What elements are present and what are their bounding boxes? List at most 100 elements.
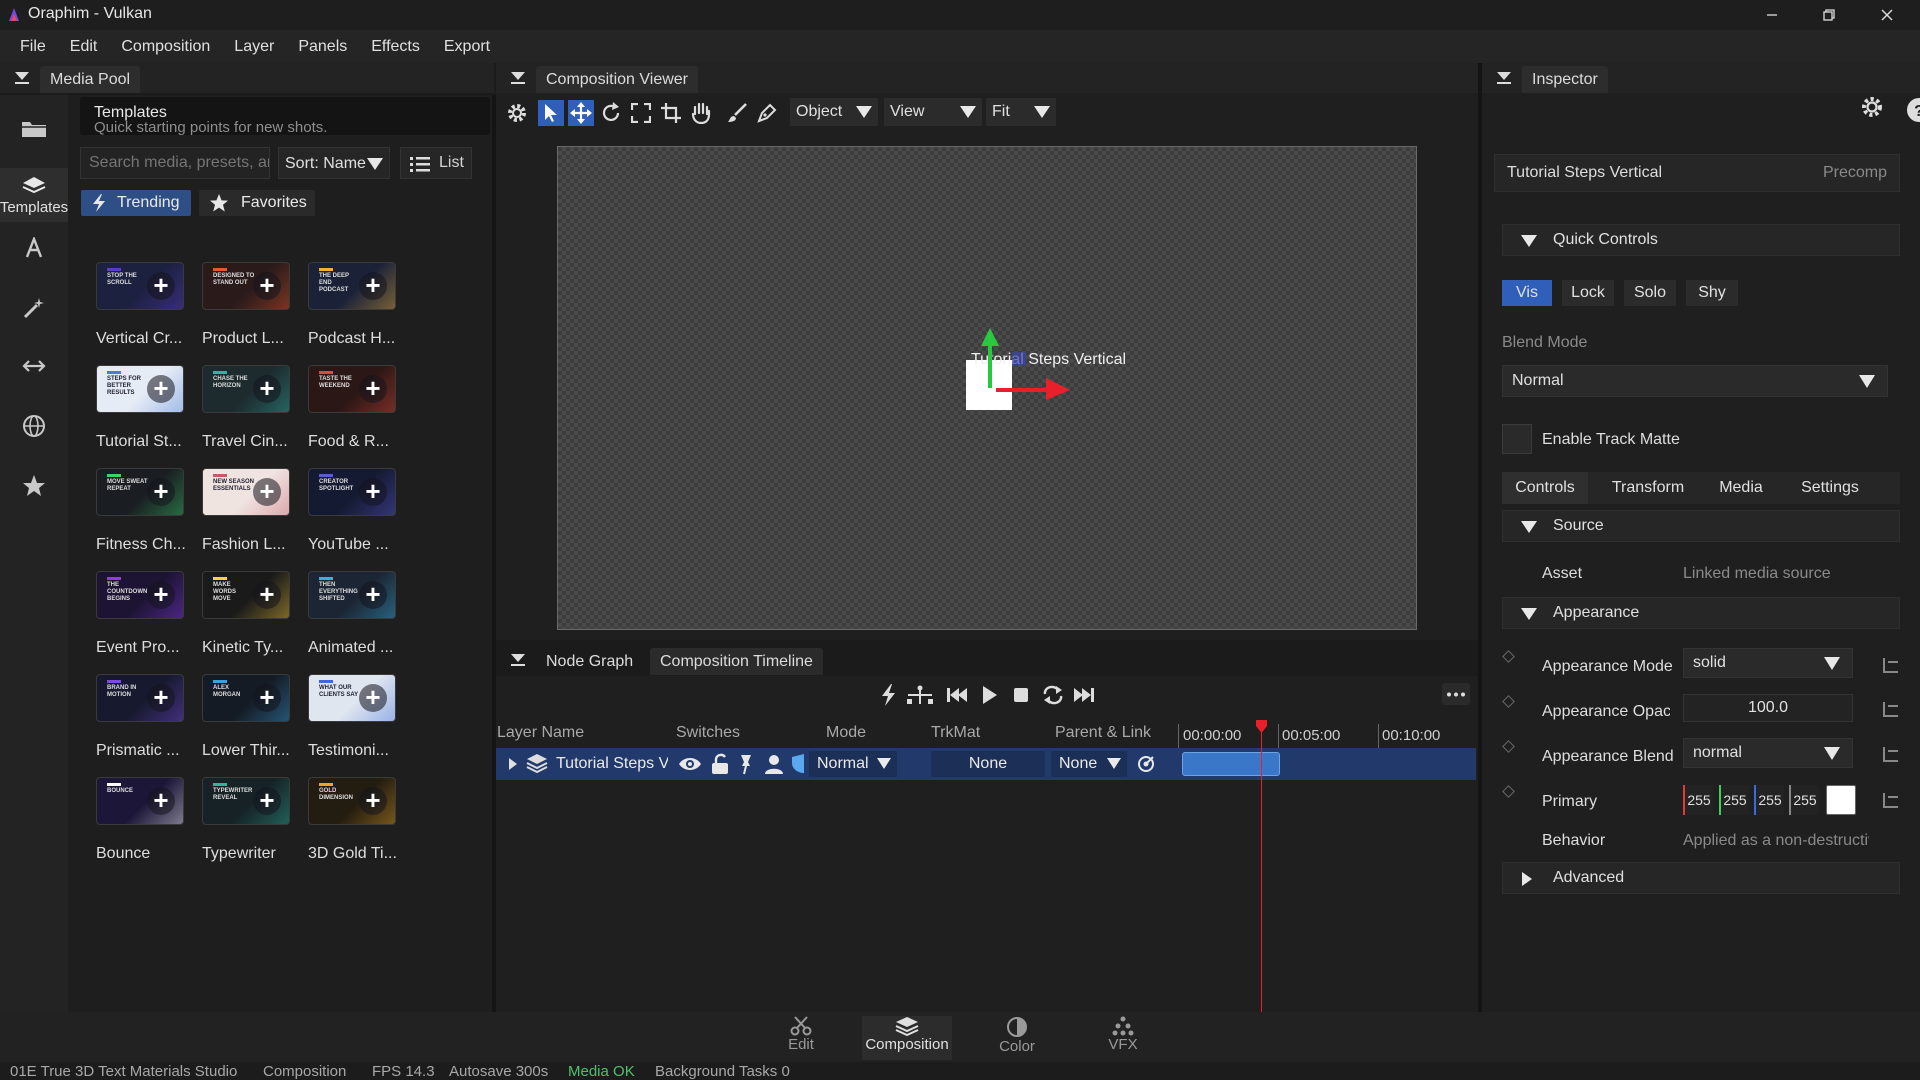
menu-export[interactable]: Export bbox=[432, 30, 502, 63]
rail-web-button[interactable] bbox=[0, 398, 68, 454]
menu-layer[interactable]: Layer bbox=[222, 30, 286, 63]
appearance-opacity-input[interactable]: 100.0 bbox=[1683, 694, 1853, 722]
add-template-icon[interactable]: + bbox=[147, 684, 175, 712]
user-icon[interactable] bbox=[764, 754, 784, 774]
template-thumbnail[interactable]: GOLD DIMENSION + bbox=[308, 777, 396, 825]
add-template-icon[interactable]: + bbox=[253, 478, 281, 506]
restore-button[interactable] bbox=[1801, 0, 1857, 30]
settings-tool-button[interactable] bbox=[504, 100, 530, 126]
time-ruler[interactable]: 00:00:00 00:05:00 00:10:00 bbox=[1176, 720, 1478, 748]
panel-menu-icon[interactable] bbox=[510, 71, 526, 85]
scale-tool-button[interactable] bbox=[628, 100, 654, 126]
panel-menu-icon[interactable] bbox=[14, 71, 30, 85]
x-axis-arrow-icon[interactable] bbox=[996, 374, 1070, 400]
rotate-tool-button[interactable] bbox=[598, 100, 624, 126]
pen-tool-button[interactable] bbox=[754, 100, 780, 126]
quick-controls-section[interactable]: Quick Controls bbox=[1502, 224, 1900, 256]
template-thumbnail[interactable]: THEN EVERYTHING SHIFTED + bbox=[308, 571, 396, 619]
layer-name[interactable]: Tutorial Steps Vertical bbox=[556, 755, 668, 773]
timeline-layer-row[interactable]: Tutorial Steps Vertical Normal None None bbox=[496, 748, 1476, 780]
lock-toggle[interactable]: Lock bbox=[1562, 280, 1614, 306]
template-thumbnail[interactable]: STEPS FOR BETTER RESULTS + bbox=[96, 365, 184, 413]
template-thumbnail[interactable]: THE DEEP END PODCAST + bbox=[308, 262, 396, 310]
shy-icon[interactable] bbox=[790, 753, 806, 775]
object-dropdown[interactable]: Object bbox=[790, 98, 878, 126]
template-thumbnail[interactable]: TYPEWRITER REVEAL + bbox=[202, 777, 290, 825]
menu-effects[interactable]: Effects bbox=[359, 30, 432, 63]
panel-menu-icon[interactable] bbox=[1496, 71, 1512, 85]
rail-transitions-button[interactable] bbox=[0, 338, 68, 394]
template-card[interactable]: CREATOR SPOTLIGHT + YouTube ... bbox=[308, 468, 398, 553]
workspace-color[interactable]: Color bbox=[972, 1016, 1062, 1060]
shy-toggle[interactable]: Shy bbox=[1686, 280, 1738, 306]
template-thumbnail[interactable]: CREATOR SPOTLIGHT + bbox=[308, 468, 396, 516]
track-matte-checkbox[interactable] bbox=[1502, 424, 1532, 454]
template-card[interactable]: DESIGNED TO STAND OUT + Product L... bbox=[202, 262, 292, 347]
play-button[interactable] bbox=[976, 682, 1002, 708]
rail-effects-button[interactable] bbox=[0, 280, 68, 336]
template-thumbnail[interactable]: WHAT OUR CLIENTS SAY + bbox=[308, 674, 396, 722]
template-card[interactable]: TASTE THE WEEKEND + Food & R... bbox=[308, 365, 398, 450]
template-thumbnail[interactable]: ALEX MORGAN + bbox=[202, 674, 290, 722]
template-card[interactable]: BOUNCE + Bounce bbox=[96, 777, 186, 862]
template-thumbnail[interactable]: STOP THE SCROLL + bbox=[96, 262, 184, 310]
tab-composition-viewer[interactable]: Composition Viewer bbox=[536, 66, 698, 93]
add-template-icon[interactable]: + bbox=[359, 581, 387, 609]
filter-trending-button[interactable]: Trending bbox=[81, 190, 191, 216]
layer-clip-bar[interactable] bbox=[1182, 752, 1280, 776]
add-template-icon[interactable]: + bbox=[147, 787, 175, 815]
add-template-icon[interactable]: + bbox=[253, 787, 281, 815]
stop-button[interactable] bbox=[1008, 682, 1034, 708]
move-tool-button[interactable] bbox=[568, 100, 594, 126]
rail-text-button[interactable] bbox=[0, 220, 68, 276]
layer-mode-dropdown[interactable]: Normal bbox=[809, 751, 897, 777]
template-card[interactable]: THEN EVERYTHING SHIFTED + Animated ... bbox=[308, 571, 398, 656]
add-template-icon[interactable]: + bbox=[147, 375, 175, 403]
expand-triangle-icon[interactable] bbox=[508, 758, 518, 770]
primary-green-input[interactable]: 255 bbox=[1719, 785, 1749, 815]
primary-red-input[interactable]: 255 bbox=[1683, 785, 1713, 815]
hand-tool-button[interactable] bbox=[688, 100, 714, 126]
tab-node-graph[interactable]: Node Graph bbox=[536, 648, 644, 675]
view-dropdown[interactable]: View bbox=[884, 98, 982, 126]
primary-alpha-input[interactable]: 255 bbox=[1789, 785, 1819, 815]
add-template-icon[interactable]: + bbox=[147, 272, 175, 300]
visibility-toggle[interactable]: Vis bbox=[1502, 280, 1552, 306]
template-thumbnail[interactable]: BOUNCE + bbox=[96, 777, 184, 825]
blend-mode-dropdown[interactable]: Normal bbox=[1502, 365, 1888, 397]
pick-whip-icon[interactable] bbox=[1137, 755, 1155, 773]
reset-icon[interactable] bbox=[1880, 698, 1902, 720]
subtab-controls[interactable]: Controls bbox=[1502, 472, 1588, 504]
reset-icon[interactable] bbox=[1880, 743, 1902, 765]
primary-color-swatch[interactable] bbox=[1826, 785, 1856, 815]
add-template-icon[interactable]: + bbox=[147, 478, 175, 506]
minimize-button[interactable] bbox=[1744, 0, 1800, 30]
skip-to-start-button[interactable] bbox=[944, 682, 970, 708]
list-view-button[interactable]: List bbox=[400, 147, 472, 179]
template-card[interactable]: STOP THE SCROLL + Vertical Cr... bbox=[96, 262, 186, 347]
appearance-mode-dropdown[interactable]: solid bbox=[1683, 648, 1853, 678]
menu-file[interactable]: File bbox=[8, 30, 58, 63]
search-input[interactable] bbox=[81, 148, 269, 178]
template-card[interactable]: NEW SEASON ESSENTIALS + Fashion L... bbox=[202, 468, 292, 553]
reset-icon[interactable] bbox=[1880, 654, 1902, 676]
workspace-edit[interactable]: Edit bbox=[756, 1016, 846, 1060]
subtab-transform[interactable]: Transform bbox=[1600, 472, 1696, 504]
template-card[interactable]: STEPS FOR BETTER RESULTS + Tutorial St... bbox=[96, 365, 186, 450]
rail-favorites-button[interactable] bbox=[0, 458, 68, 514]
timeline-more-button[interactable] bbox=[1442, 683, 1470, 705]
sort-dropdown[interactable]: Sort: Name bbox=[278, 147, 390, 179]
playhead-marker-icon[interactable] bbox=[1255, 720, 1268, 734]
add-template-icon[interactable]: + bbox=[147, 581, 175, 609]
filter-favorites-button[interactable]: Favorites bbox=[199, 190, 315, 216]
brush-tool-button[interactable] bbox=[724, 100, 750, 126]
workspace-vfx[interactable]: VFX bbox=[1078, 1016, 1168, 1060]
source-section[interactable]: Source bbox=[1502, 510, 1900, 542]
crop-tool-button[interactable] bbox=[658, 100, 684, 126]
template-card[interactable]: GOLD DIMENSION +3D Gold Ti... bbox=[308, 777, 398, 862]
add-template-icon[interactable]: + bbox=[359, 375, 387, 403]
template-thumbnail[interactable]: CHASE THE HORIZON + bbox=[202, 365, 290, 413]
add-template-icon[interactable]: + bbox=[359, 272, 387, 300]
tab-composition-timeline[interactable]: Composition Timeline bbox=[650, 648, 823, 675]
fit-dropdown[interactable]: Fit bbox=[986, 98, 1056, 126]
